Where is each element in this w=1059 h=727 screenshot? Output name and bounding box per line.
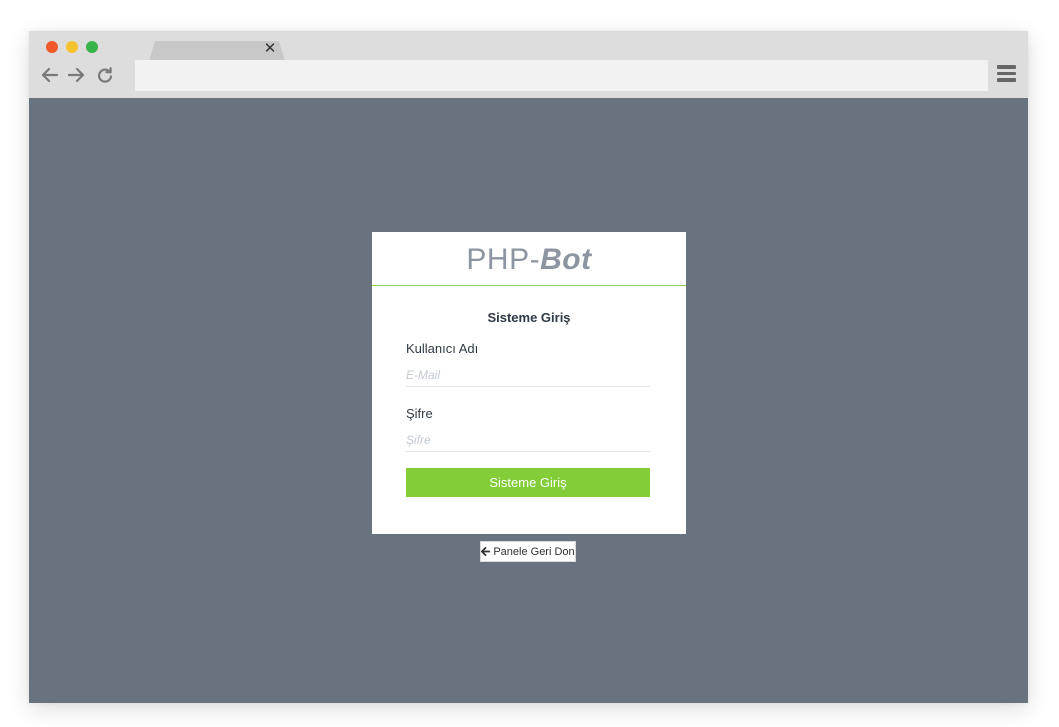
browser-window: ✕ PHP-Bot Sisteme Giriş Kullanıcı Adı E-…	[29, 31, 1028, 703]
address-bar[interactable]	[135, 60, 988, 91]
hamburger-menu-icon[interactable]	[997, 65, 1017, 83]
window-maximize-button[interactable]	[86, 41, 98, 53]
password-label: Şifre	[406, 406, 433, 421]
arrow-left-icon	[42, 68, 58, 82]
window-minimize-button[interactable]	[66, 41, 78, 53]
login-submit-button[interactable]: Sisteme Giriş	[406, 468, 650, 497]
arrow-right-icon	[68, 68, 84, 82]
reload-icon	[97, 67, 113, 83]
tab-close-icon[interactable]: ✕	[262, 40, 278, 58]
email-field[interactable]	[406, 364, 650, 387]
login-card: PHP-Bot Sisteme Giriş Kullanıcı Adı Şifr…	[372, 232, 686, 534]
back-to-panel-button[interactable]: Panele Geri Don	[480, 541, 576, 562]
reload-button[interactable]	[94, 64, 116, 86]
back-button[interactable]	[39, 64, 61, 86]
card-header: PHP-Bot	[372, 232, 686, 286]
arrow-left-icon	[481, 547, 491, 556]
password-field[interactable]	[406, 429, 650, 452]
back-link-label: Panele Geri Don	[493, 545, 575, 558]
logo: PHP-Bot	[372, 242, 686, 278]
form-title: Sisteme Giriş	[487, 310, 571, 325]
window-close-button[interactable]	[46, 41, 58, 53]
logo-suffix: Bot	[540, 243, 592, 276]
page-viewport: PHP-Bot Sisteme Giriş Kullanıcı Adı Şifr…	[29, 98, 1028, 703]
logo-prefix: PHP-	[466, 243, 541, 276]
forward-button[interactable]	[65, 64, 87, 86]
username-label: Kullanıcı Adı	[406, 341, 479, 356]
browser-chrome: ✕	[29, 31, 1028, 98]
